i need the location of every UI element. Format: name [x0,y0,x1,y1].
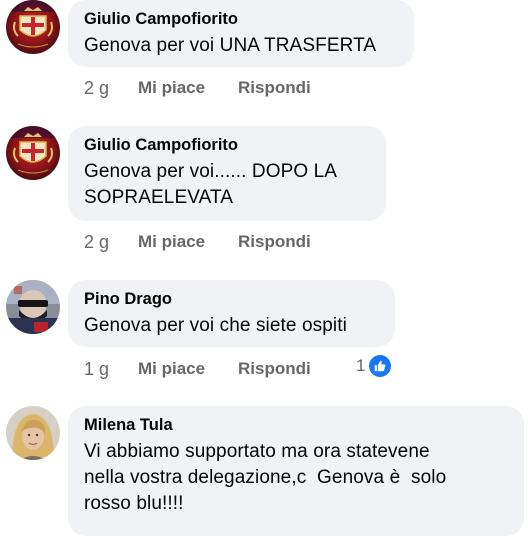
comment-author[interactable]: Giulio Campofiorito [84,135,370,155]
comment-text-line: nella vostra delegazione,c Genova è solo [84,467,447,488]
comment-text-line: Genova per voi...... DOPO LA [84,161,338,182]
comment: Pino Drago Genova per voi che siete ospi… [0,280,528,388]
comment-text-line: Vi abbiamo supportato ma ora statevene [84,441,430,462]
reaction-count: 1 [356,356,366,375]
comment-age[interactable]: 2 g [84,231,138,253]
reaction-summary[interactable]: 1 [356,355,392,377]
like-button[interactable]: Mi piace [138,358,238,380]
red-crest-emblem-icon [6,0,60,54]
comment-text: Genova per voi UNA TRASFERTA [84,35,377,56]
comment-bubble: Giulio Campofiorito Genova per voi UNA T… [68,0,414,67]
comment-text-line: SOPRAELEVATA [84,187,234,208]
avatar[interactable] [6,406,60,460]
comment-bubble: Milena Tula Vi abbiamo supportato ma ora… [68,406,524,536]
blonde-woman-photo-icon [6,406,60,460]
comment-author[interactable]: Giulio Campofiorito [84,9,398,29]
comment-actions: 2 g Mi piace Rispondi [84,231,311,253]
comment-text-line: rosso blu!!!! [84,493,184,514]
comment: Milena Tula Vi abbiamo supportato ma ora… [0,406,528,536]
comment-age[interactable]: 2 g [84,77,138,99]
avatar[interactable] [6,126,60,180]
red-crest-emblem-icon [6,126,60,180]
comment-author[interactable]: Pino Drago [84,289,379,309]
comment-bubble: Pino Drago Genova per voi che siete ospi… [68,280,395,347]
masked-face-photo-icon [6,280,60,334]
comment-age[interactable]: 1 g [84,358,138,380]
comment-actions: 1 g Mi piace Rispondi [84,358,311,380]
reply-button[interactable]: Rispondi [238,358,311,380]
comment-bubble: Giulio Campofiorito Genova per voi......… [68,126,386,221]
comment-author[interactable]: Milena Tula [84,415,508,435]
reply-button[interactable]: Rispondi [238,77,311,99]
like-button[interactable]: Mi piace [138,77,238,99]
avatar[interactable] [6,280,60,334]
thumbs-up-icon [369,355,392,377]
comment: Giulio Campofiorito Genova per voi UNA T… [0,0,528,110]
comment-actions: 2 g Mi piace Rispondi [84,77,311,99]
comment-text: Genova per voi che siete ospiti [84,315,347,336]
like-button[interactable]: Mi piace [138,231,238,253]
avatar[interactable] [6,0,60,54]
reply-button[interactable]: Rispondi [238,231,311,253]
comment: Giulio Campofiorito Genova per voi......… [0,126,528,266]
